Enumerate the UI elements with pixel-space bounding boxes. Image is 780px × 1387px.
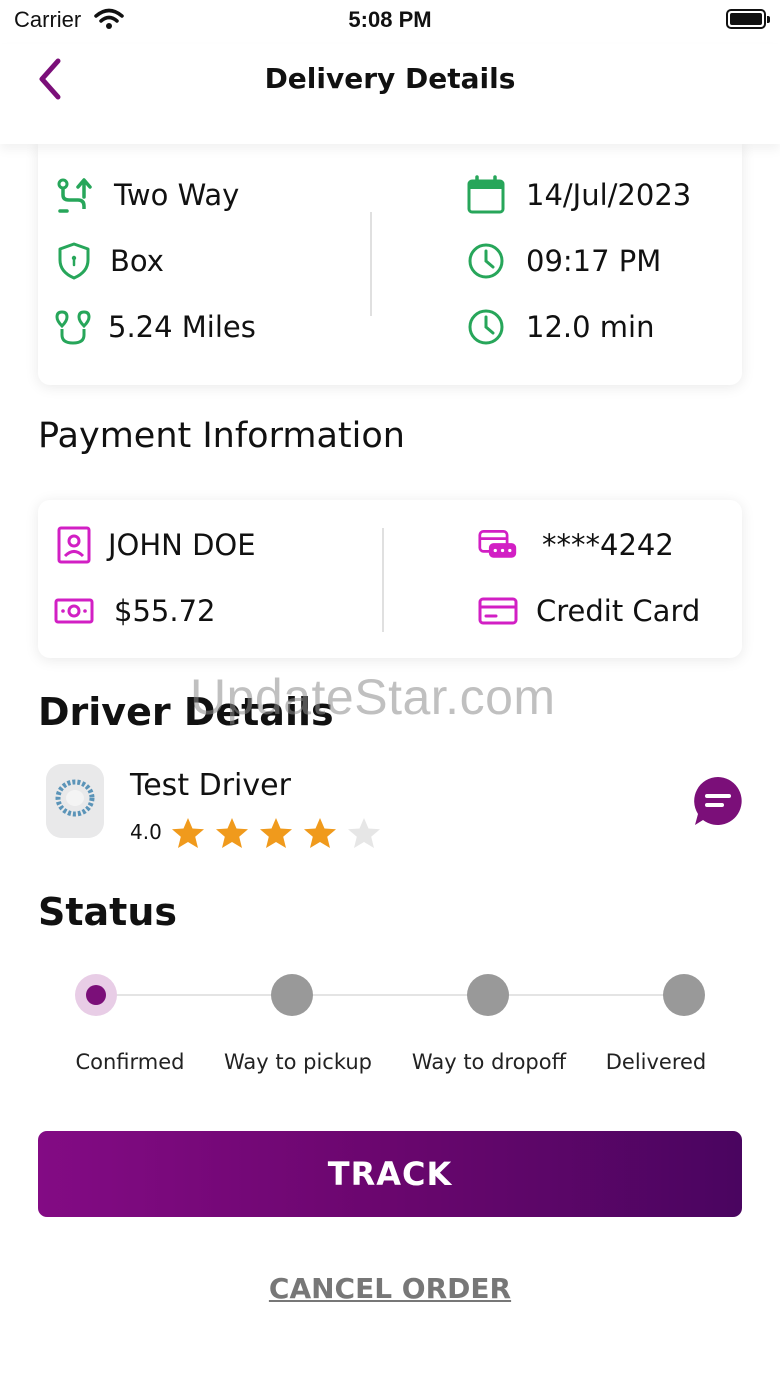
route-icon (54, 175, 94, 215)
step-indicator-way-to-dropoff (467, 974, 509, 1016)
card-number-row: ****4242 (478, 520, 674, 570)
trip-type-value: Two Way (114, 178, 240, 212)
delivery-info-card: Two Way Box 5.24 Miles 14/Jul/2023 09:17… (38, 140, 742, 385)
calendar-icon (466, 175, 506, 215)
clock-icon (466, 241, 506, 281)
status-stepper: Confirmed Way to pickup Way to dropoff D… (0, 970, 780, 1090)
card-divider (370, 212, 372, 316)
distance-value: 5.24 Miles (108, 310, 256, 344)
package-value: Box (110, 244, 164, 278)
driver-avatar[interactable] (46, 764, 104, 838)
star-filled-icon (304, 818, 336, 848)
card-pin-icon (478, 525, 518, 565)
step-indicator-delivered (663, 974, 705, 1016)
star-filled-icon (172, 818, 204, 848)
chat-button[interactable] (693, 776, 743, 826)
user-id-icon (54, 525, 94, 565)
time-row: 09:17 PM (466, 236, 661, 286)
star-filled-icon (216, 818, 248, 848)
distance-row: 5.24 Miles (54, 302, 256, 352)
payment-section-title: Payment Information (38, 416, 405, 456)
star-empty-icon (348, 818, 380, 848)
chat-icon (694, 777, 742, 825)
driver-name: Test Driver (130, 768, 291, 803)
status-section-title: Status (38, 890, 178, 934)
amount-value: $55.72 (114, 594, 216, 628)
track-button[interactable]: TRACK (38, 1131, 742, 1217)
cancel-order-button[interactable]: CANCEL ORDER (0, 1272, 780, 1305)
step-label-confirmed: Confirmed (75, 1050, 185, 1074)
timer-icon (466, 307, 506, 347)
watermark: UpdateStar.com (190, 669, 556, 725)
status-bar: Carrier 5:08 PM (0, 0, 780, 44)
driver-rating: 4.0 (130, 820, 162, 844)
amount-row: $55.72 (54, 586, 215, 636)
card-type-row: Credit Card (478, 586, 700, 636)
star-filled-icon (260, 818, 292, 848)
payer-row: JOHN DOE (54, 520, 256, 570)
payer-name: JOHN DOE (108, 528, 256, 562)
battery-icon (726, 9, 770, 29)
step-indicator-confirmed (75, 974, 117, 1016)
card-type-value: Credit Card (536, 594, 701, 628)
payment-info-card: JOHN DOE $55.72 ****4242 Credit Card (38, 500, 742, 658)
date-row: 14/Jul/2023 (466, 170, 691, 220)
stepper-track (96, 994, 684, 996)
rating-stars (170, 816, 382, 850)
page-title: Delivery Details (264, 62, 516, 95)
step-indicator-way-to-pickup (271, 974, 313, 1016)
duration-value: 12.0 min (526, 310, 655, 344)
package-row: Box (54, 236, 164, 286)
duration-row: 12.0 min (466, 302, 654, 352)
card-number-value: ****4242 (542, 528, 674, 562)
step-label-way-to-dropoff: Way to dropoff (411, 1050, 567, 1074)
status-time: 5:08 PM (348, 7, 432, 32)
trip-type-row: Two Way (54, 170, 239, 220)
date-value: 14/Jul/2023 (526, 178, 692, 212)
time-value: 09:17 PM (526, 244, 662, 278)
step-label-delivered: Delivered (605, 1050, 707, 1074)
shield-icon (54, 241, 94, 281)
cash-icon (54, 591, 94, 631)
step-label-way-to-pickup: Way to pickup (223, 1050, 373, 1074)
credit-card-icon (478, 591, 518, 631)
distance-icon (54, 307, 94, 347)
nav-bar: Delivery Details (0, 44, 780, 144)
card-divider (382, 528, 384, 632)
